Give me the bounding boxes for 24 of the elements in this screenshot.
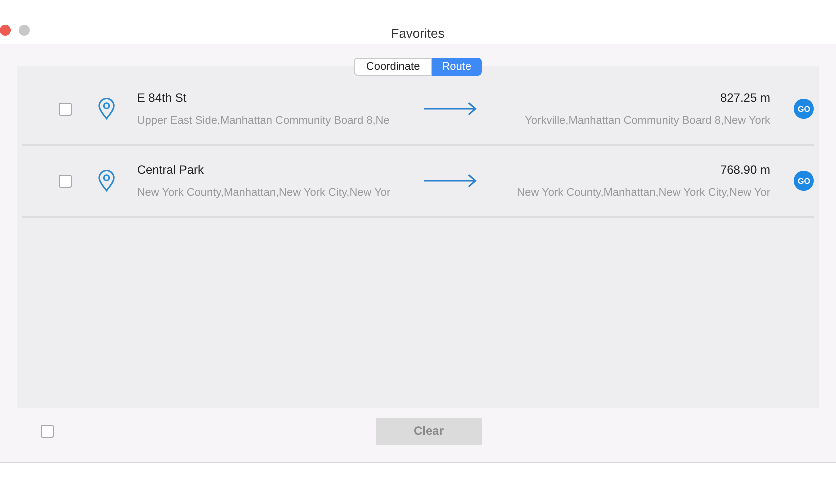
go-button[interactable]: GO	[794, 171, 814, 191]
minimize-button[interactable]	[19, 25, 30, 36]
place-address: Upper East Side,Manhattan Community Board 8,Ne	[137, 115, 391, 127]
window-title: Favorites	[391, 26, 445, 40]
distance: 768.90 m	[720, 163, 770, 177]
destination-address: Yorkville,Manhattan Community Board 8,New York	[525, 115, 770, 127]
select-all-checkbox[interactable]	[41, 424, 54, 438]
place-address: New York County,Manhattan,New York City,New Yor	[137, 187, 392, 199]
location-pin-icon	[98, 170, 116, 192]
tab[interactable]: Route	[432, 58, 482, 76]
route-row[interactable]: Central Park New York County,Manhattan,New York City,New Yor 768.90 m New York County,Manhattan,New York City,New Yor GO	[22, 146, 814, 218]
destination-address: New York County,Manhattan,New York City,New Yor	[517, 187, 770, 199]
go-button[interactable]: GO	[794, 99, 814, 119]
checkbox[interactable]	[58, 174, 72, 188]
checkbox[interactable]	[58, 102, 72, 116]
tab[interactable]: Coordinate	[354, 58, 432, 76]
place-name: E 84th St	[137, 91, 188, 105]
arrow-icon	[423, 174, 478, 188]
route-row[interactable]: E 84th St Upper East Side,Manhattan Community Board 8,Ne 827.25 m Yorkville,Manhattan Community Board 8,New York GO	[22, 74, 814, 146]
place-name: Central Park	[137, 163, 206, 177]
close-button[interactable]	[0, 25, 11, 36]
distance: 827.25 m	[720, 91, 770, 105]
location-pin-icon	[98, 98, 116, 120]
arrow-icon	[423, 102, 478, 116]
